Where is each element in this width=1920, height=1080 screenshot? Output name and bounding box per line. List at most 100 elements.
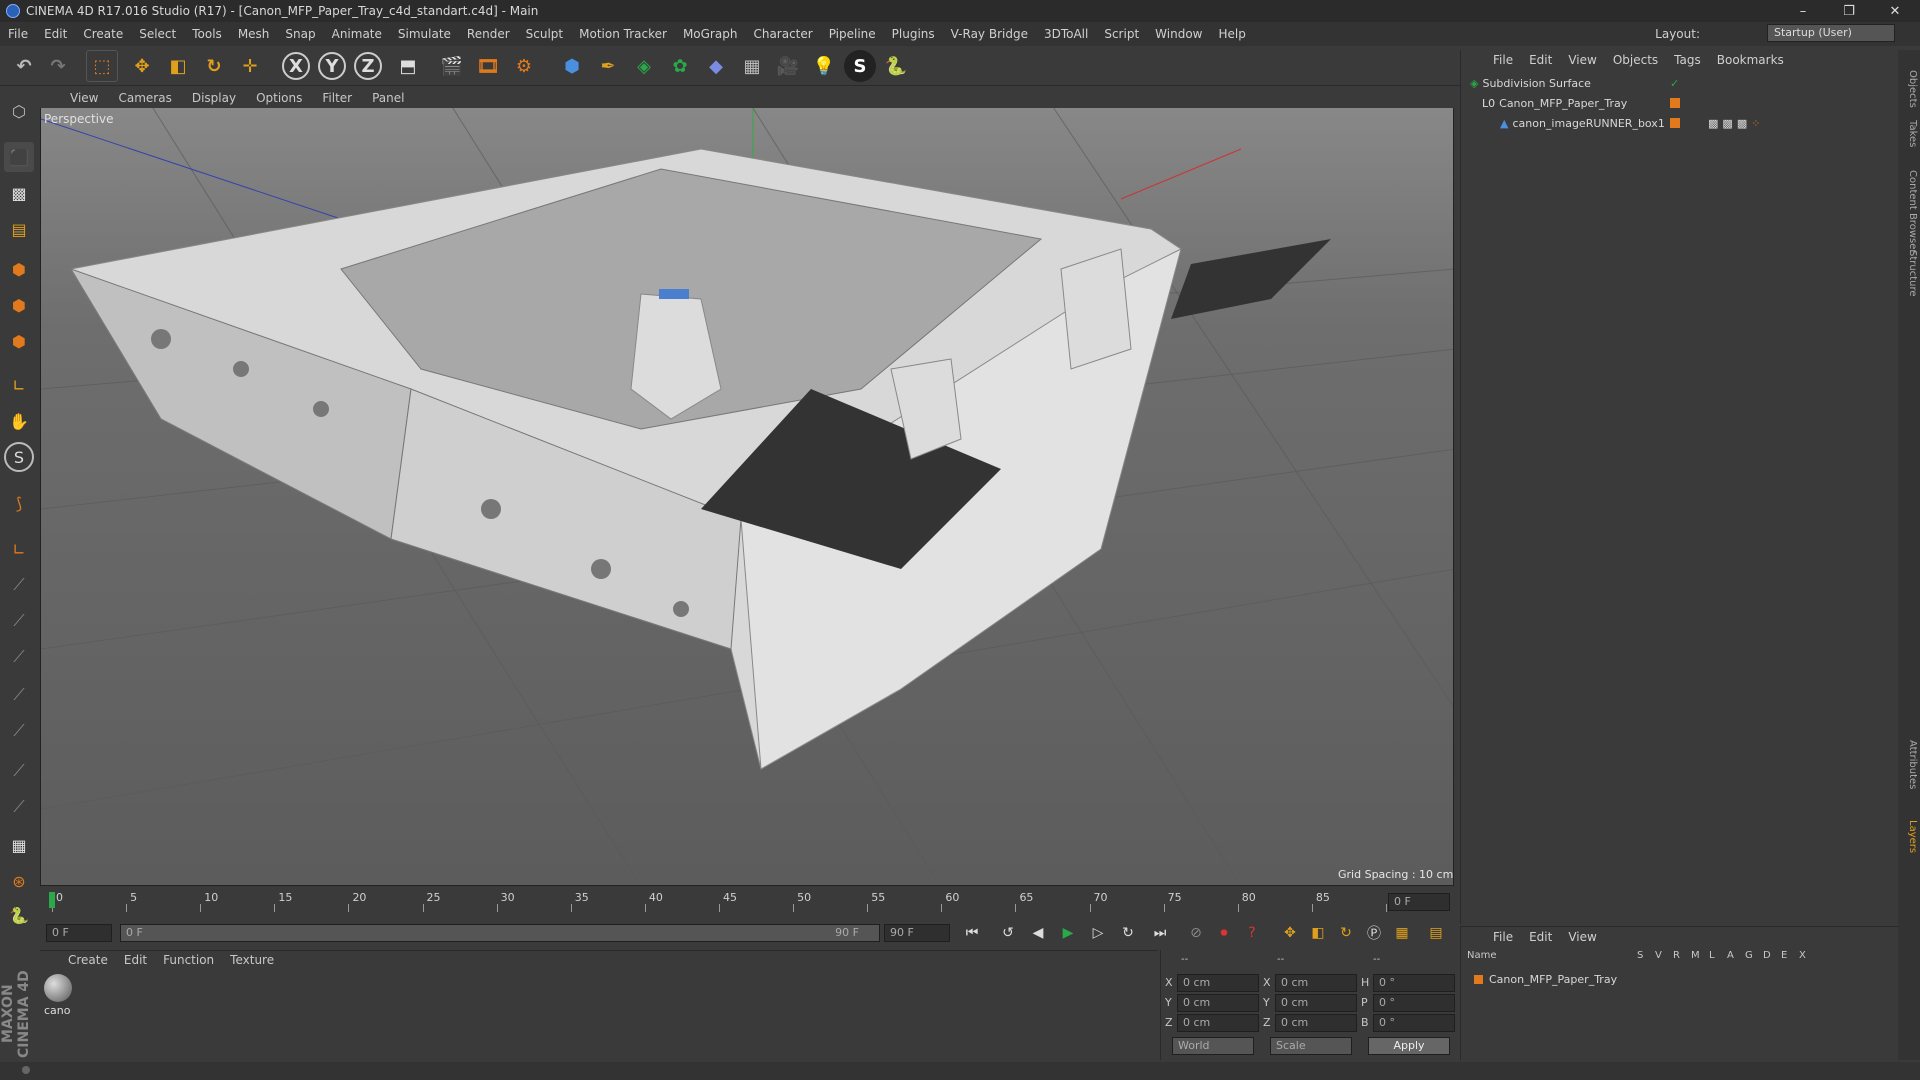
key-rotation-icon[interactable]: ↻ [1334, 921, 1358, 945]
coordinate-value-field[interactable]: 0 cm [1177, 1014, 1259, 1032]
snap-icon[interactable]: S [4, 442, 34, 472]
z-axis-lock-button[interactable]: Z [354, 52, 382, 80]
python-console-icon[interactable]: 🐍 [4, 900, 34, 930]
viewport-menu-item[interactable]: View [60, 91, 108, 105]
end-frame-field[interactable]: 90 F [884, 924, 950, 942]
bridge-tool-icon[interactable]: ⟋ [4, 642, 34, 672]
layer-manager-menu-item[interactable]: File [1485, 930, 1521, 944]
menu-item[interactable]: Create [75, 27, 131, 41]
side-tab[interactable]: Objects [1900, 70, 1918, 108]
frame-range-slider[interactable]: 0 F 90 F [120, 924, 880, 942]
camera-icon[interactable]: 🎥 [772, 50, 804, 82]
scale-icon[interactable]: ◧ [162, 50, 194, 82]
workplane-icon[interactable]: ▤ [4, 214, 34, 244]
viewport-menu-item[interactable]: Filter [312, 91, 362, 105]
y-axis-lock-button[interactable]: Y [318, 52, 346, 80]
layer-color-tag[interactable] [1670, 94, 1680, 112]
render-view-icon[interactable]: 🎬 [436, 50, 468, 82]
key-position-icon[interactable]: ✥ [1278, 921, 1302, 945]
coordinate-value-field[interactable]: 0 ° [1373, 1014, 1455, 1032]
timeline-window-icon[interactable]: ▤ [1424, 921, 1448, 945]
material-thumbnail[interactable] [44, 974, 72, 1002]
scale-mode-select[interactable]: Scale [1270, 1037, 1352, 1055]
layer-manager-menu-item[interactable]: View [1560, 930, 1604, 944]
menu-item[interactable]: Select [131, 27, 184, 41]
grid-toggle-icon[interactable]: ▦ [4, 830, 34, 860]
menu-item[interactable]: Mesh [230, 27, 278, 41]
next-keyframe-icon[interactable]: ↻ [1116, 921, 1140, 945]
mograph-cloner-icon[interactable]: ✿ [664, 50, 696, 82]
object-manager-menu-item[interactable]: Tags [1666, 53, 1709, 67]
coordinate-value-field[interactable]: 0 cm [1275, 974, 1357, 992]
close-button[interactable]: ✕ [1872, 0, 1918, 22]
material-menu-item[interactable]: Create [60, 953, 116, 967]
side-tab[interactable]: Structure [1900, 250, 1918, 297]
maximize-button[interactable]: ❐ [1826, 0, 1872, 22]
cube-object-icon[interactable]: ⬢ [556, 50, 588, 82]
menu-item[interactable]: Edit [36, 27, 75, 41]
playhead[interactable] [49, 892, 55, 908]
bevel-tool-icon[interactable]: ⟋ [4, 716, 34, 746]
viewport-menu-item[interactable]: Cameras [108, 91, 181, 105]
next-frame-icon[interactable]: ▷ [1086, 921, 1110, 945]
coordinate-system-icon[interactable]: ⬒ [392, 50, 424, 82]
object-flags[interactable]: ✓ [1670, 74, 1679, 92]
axis-mode-icon[interactable]: ∟ [4, 370, 34, 400]
coordinate-value-field[interactable]: 0 cm [1275, 994, 1357, 1012]
key-parameter-icon[interactable]: Ⓟ [1362, 921, 1386, 945]
script-icon[interactable]: S [844, 50, 876, 82]
motion-record-icon[interactable]: ⊘ [1184, 921, 1208, 945]
perspective-viewport[interactable] [40, 88, 1454, 886]
object-manager-menu-item[interactable]: View [1560, 53, 1604, 67]
menu-item[interactable]: Pipeline [821, 27, 884, 41]
material-menu-item[interactable]: Function [155, 953, 222, 967]
redo-icon[interactable]: ↷ [42, 50, 74, 82]
viewport-menu-item[interactable]: Display [182, 91, 246, 105]
autokeying-icon[interactable]: ? [1240, 921, 1264, 945]
menu-item[interactable]: File [0, 27, 36, 41]
extrude-tool-icon[interactable]: ⟋ [4, 680, 34, 710]
key-pla-icon[interactable]: ▦ [1390, 921, 1414, 945]
coordinate-value-field[interactable]: 0 ° [1373, 994, 1455, 1012]
subdivision-surface-icon[interactable]: ◈ [628, 50, 660, 82]
menu-item[interactable]: Snap [277, 27, 323, 41]
coordinate-value-field[interactable]: 0 cm [1275, 1014, 1357, 1032]
menu-item[interactable]: V-Ray Bridge [943, 27, 1036, 41]
coordinate-value-field[interactable]: 0 ° [1373, 974, 1455, 992]
side-tab[interactable]: Takes [1900, 120, 1918, 147]
menu-item[interactable]: Script [1096, 27, 1147, 41]
deformer-icon[interactable]: ◆ [700, 50, 732, 82]
object-manager-menu-item[interactable]: Bookmarks [1709, 53, 1792, 67]
menu-item[interactable]: Character [745, 27, 820, 41]
soft-selection-icon[interactable]: ⊛ [4, 866, 34, 896]
move-icon[interactable]: ✥ [126, 50, 158, 82]
menu-item[interactable]: Animate [324, 27, 390, 41]
minimize-button[interactable]: – [1780, 0, 1826, 22]
live-selection-icon[interactable]: ⬚ [86, 50, 118, 82]
menu-item[interactable]: MoGraph [675, 27, 746, 41]
menu-item[interactable]: Motion Tracker [571, 27, 675, 41]
tweak-mode-icon[interactable]: ✋ [4, 406, 34, 436]
menu-item[interactable]: Window [1147, 27, 1210, 41]
sculpt-tool-icon[interactable]: ⟋ [4, 756, 34, 786]
layout-select[interactable]: Startup (User) [1767, 24, 1895, 42]
menu-item[interactable]: 3DToAll [1036, 27, 1096, 41]
object-row[interactable]: ▲ canon_imageRUNNER_box1 [1500, 114, 1690, 132]
object-row[interactable]: L0 Canon_MFP_Paper_Tray [1482, 94, 1672, 112]
transform-icon[interactable]: ✛ [234, 50, 266, 82]
rotate-icon[interactable]: ↻ [198, 50, 230, 82]
layer-row[interactable]: Canon_MFP_Paper_Tray [1474, 970, 1674, 988]
viewport-menu-item[interactable]: Options [246, 91, 312, 105]
material-menu-item[interactable]: Texture [222, 953, 282, 967]
knife-tool-icon[interactable]: ⟋ [4, 606, 34, 636]
smooth-tool-icon[interactable]: ⟋ [4, 792, 34, 822]
side-tab[interactable]: Content Browser [1900, 170, 1918, 253]
render-picture-viewer-icon[interactable]: 🎞 [472, 50, 504, 82]
start-frame-field[interactable]: 0 F [46, 924, 112, 942]
go-to-end-icon[interactable]: ⏭ [1148, 921, 1172, 945]
polygons-mode-icon[interactable]: ⬢ [4, 326, 34, 356]
undo-icon[interactable]: ↶ [8, 50, 40, 82]
menu-item[interactable]: Tools [184, 27, 230, 41]
previous-keyframe-icon[interactable]: ↺ [996, 921, 1020, 945]
layer-manager-menu-item[interactable]: Edit [1521, 930, 1560, 944]
